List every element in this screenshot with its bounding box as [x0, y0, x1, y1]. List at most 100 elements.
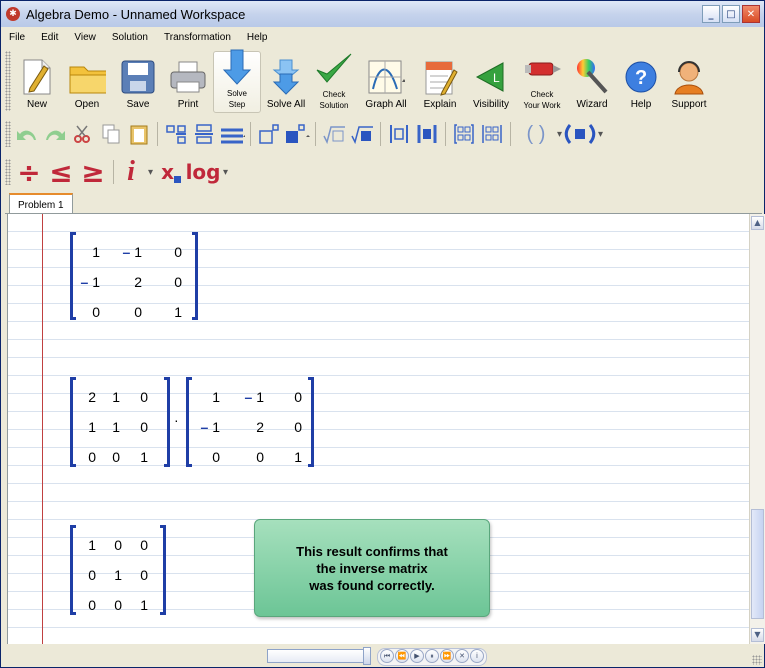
matrix-cell[interactable]: 1: [78, 419, 96, 435]
solve-step-button[interactable]: Solve Step: [213, 49, 261, 113]
matrix-cell[interactable]: 0: [104, 597, 122, 613]
toolbar-grip[interactable]: [5, 159, 11, 185]
matrix-cell[interactable]: 1: [102, 419, 120, 435]
pause-icon[interactable]: ⏸: [425, 649, 439, 663]
menu-file[interactable]: File: [1, 32, 33, 43]
dropdown-caret-icon[interactable]: ▾: [598, 129, 603, 140]
vertical-scrollbar[interactable]: ▲ ▼: [749, 214, 765, 644]
matrix-cell[interactable]: – 1: [112, 244, 142, 260]
maximize-button[interactable]: □: [722, 5, 740, 23]
matrix-cell[interactable]: 0: [130, 567, 148, 583]
matrix-cell[interactable]: 0: [78, 597, 96, 613]
toolbar-grip[interactable]: [5, 51, 11, 111]
dropdown-caret-icon[interactable]: ▾: [148, 167, 153, 178]
matrix-cell[interactable]: 0: [78, 567, 96, 583]
matrix-cell[interactable]: 0: [164, 274, 182, 290]
workspace-area[interactable]: 1– 1 0– 120001 210110001 · 1– 1 0– 120001 …: [7, 214, 750, 644]
greater-equal-icon[interactable]: ≥: [78, 156, 108, 189]
matrix-cell[interactable]: 0: [246, 449, 264, 465]
nth-root-icon[interactable]: [349, 121, 375, 147]
scroll-thumb[interactable]: [751, 509, 764, 619]
minimize-button[interactable]: _: [702, 5, 720, 23]
matrix-cell[interactable]: – 1: [234, 389, 264, 405]
matrix-cell[interactable]: 0: [78, 449, 96, 465]
fast-forward-icon[interactable]: ⏩: [440, 649, 454, 663]
matrix-cell[interactable]: 1: [202, 389, 220, 405]
matrix-cell[interactable]: 0: [124, 304, 142, 320]
bold-abs-icon[interactable]: [414, 121, 440, 147]
solve-all-button[interactable]: Solve All: [261, 51, 311, 113]
matrix-cell[interactable]: 1: [82, 244, 100, 260]
matrix-cell[interactable]: 1: [130, 597, 148, 613]
matrix-cell[interactable]: 1: [104, 567, 122, 583]
tab-problem-1[interactable]: Problem 1: [9, 193, 73, 215]
matrix-a[interactable]: 210110001: [70, 377, 170, 467]
wizard-button[interactable]: Wizard: [567, 51, 617, 113]
play-icon[interactable]: ▶: [410, 649, 424, 663]
open-button[interactable]: Open: [61, 51, 113, 113]
long-division-icon[interactable]: [219, 121, 245, 147]
matrix-cell[interactable]: 1: [284, 449, 302, 465]
copy-icon[interactable]: [98, 121, 124, 147]
info-icon[interactable]: i: [470, 649, 484, 663]
log-icon[interactable]: log: [186, 159, 221, 185]
matrix-cell[interactable]: 0: [202, 449, 220, 465]
matrix-cell[interactable]: – 1: [70, 274, 100, 290]
bold-parens-icon[interactable]: [563, 121, 597, 147]
matrix-cell[interactable]: 1: [164, 304, 182, 320]
undo-icon[interactable]: [14, 121, 40, 147]
save-button[interactable]: Save: [113, 51, 163, 113]
matrix-cell[interactable]: 1: [78, 537, 96, 553]
redo-icon[interactable]: [42, 121, 68, 147]
playback-slider[interactable]: [267, 649, 371, 663]
less-equal-icon[interactable]: ≤: [46, 156, 76, 189]
superscript-icon[interactable]: [256, 121, 282, 147]
division-bar-icon[interactable]: [191, 121, 217, 147]
stop-icon[interactable]: ✕: [455, 649, 469, 663]
slider-handle[interactable]: [363, 647, 371, 665]
det-icon[interactable]: [479, 121, 505, 147]
matrix-cell[interactable]: 0: [102, 449, 120, 465]
menu-help[interactable]: Help: [239, 32, 276, 43]
dropdown-caret-icon[interactable]: ▾: [557, 129, 562, 140]
matrix-cell[interactable]: – 1: [190, 419, 220, 435]
identity-matrix[interactable]: 100010001: [70, 525, 166, 615]
menu-solution[interactable]: Solution: [104, 32, 156, 43]
matrix-cell[interactable]: 0: [104, 537, 122, 553]
matrix-cell[interactable]: 0: [130, 389, 148, 405]
new-button[interactable]: New: [13, 51, 61, 113]
help-button[interactable]: ? Help: [617, 51, 665, 113]
toolbar-grip[interactable]: [5, 121, 11, 147]
divide-icon[interactable]: ÷: [14, 156, 44, 189]
matrix-cell[interactable]: 0: [130, 419, 148, 435]
cut-icon[interactable]: [70, 121, 96, 147]
scroll-up-icon[interactable]: ▲: [751, 216, 764, 230]
explain-button[interactable]: Explain: [415, 51, 465, 113]
sqrt-icon[interactable]: [321, 121, 347, 147]
menu-view[interactable]: View: [66, 32, 104, 43]
matrix-cell[interactable]: 0: [82, 304, 100, 320]
matrix-cell[interactable]: 0: [130, 537, 148, 553]
fraction-icon[interactable]: [163, 121, 189, 147]
print-button[interactable]: Print: [163, 51, 213, 113]
scroll-down-icon[interactable]: ▼: [751, 628, 764, 642]
support-button[interactable]: Support: [665, 51, 713, 113]
rewind-icon[interactable]: ⏪: [395, 649, 409, 663]
menu-transformation[interactable]: Transformation: [156, 32, 239, 43]
matrix-cell[interactable]: 2: [78, 389, 96, 405]
box-superscript-icon[interactable]: [284, 121, 310, 147]
matrix-cell[interactable]: 0: [164, 244, 182, 260]
abs-icon[interactable]: [386, 121, 412, 147]
dropdown-caret-icon[interactable]: ▾: [223, 167, 228, 178]
matrix-cell[interactable]: 1: [130, 449, 148, 465]
resize-grip-icon[interactable]: [752, 655, 762, 665]
imaginary-unit-icon[interactable]: i: [119, 156, 143, 187]
close-button[interactable]: ✕: [742, 5, 760, 23]
parens-icon[interactable]: ( ): [516, 121, 556, 147]
subscript-icon[interactable]: x: [158, 159, 184, 185]
skip-start-icon[interactable]: ⏮: [380, 649, 394, 663]
matrix-cell[interactable]: 1: [102, 389, 120, 405]
visibility-button[interactable]: L Visibility: [465, 51, 517, 113]
matrix-cell[interactable]: 2: [246, 419, 264, 435]
graph-all-button[interactable]: Graph All: [357, 51, 415, 113]
